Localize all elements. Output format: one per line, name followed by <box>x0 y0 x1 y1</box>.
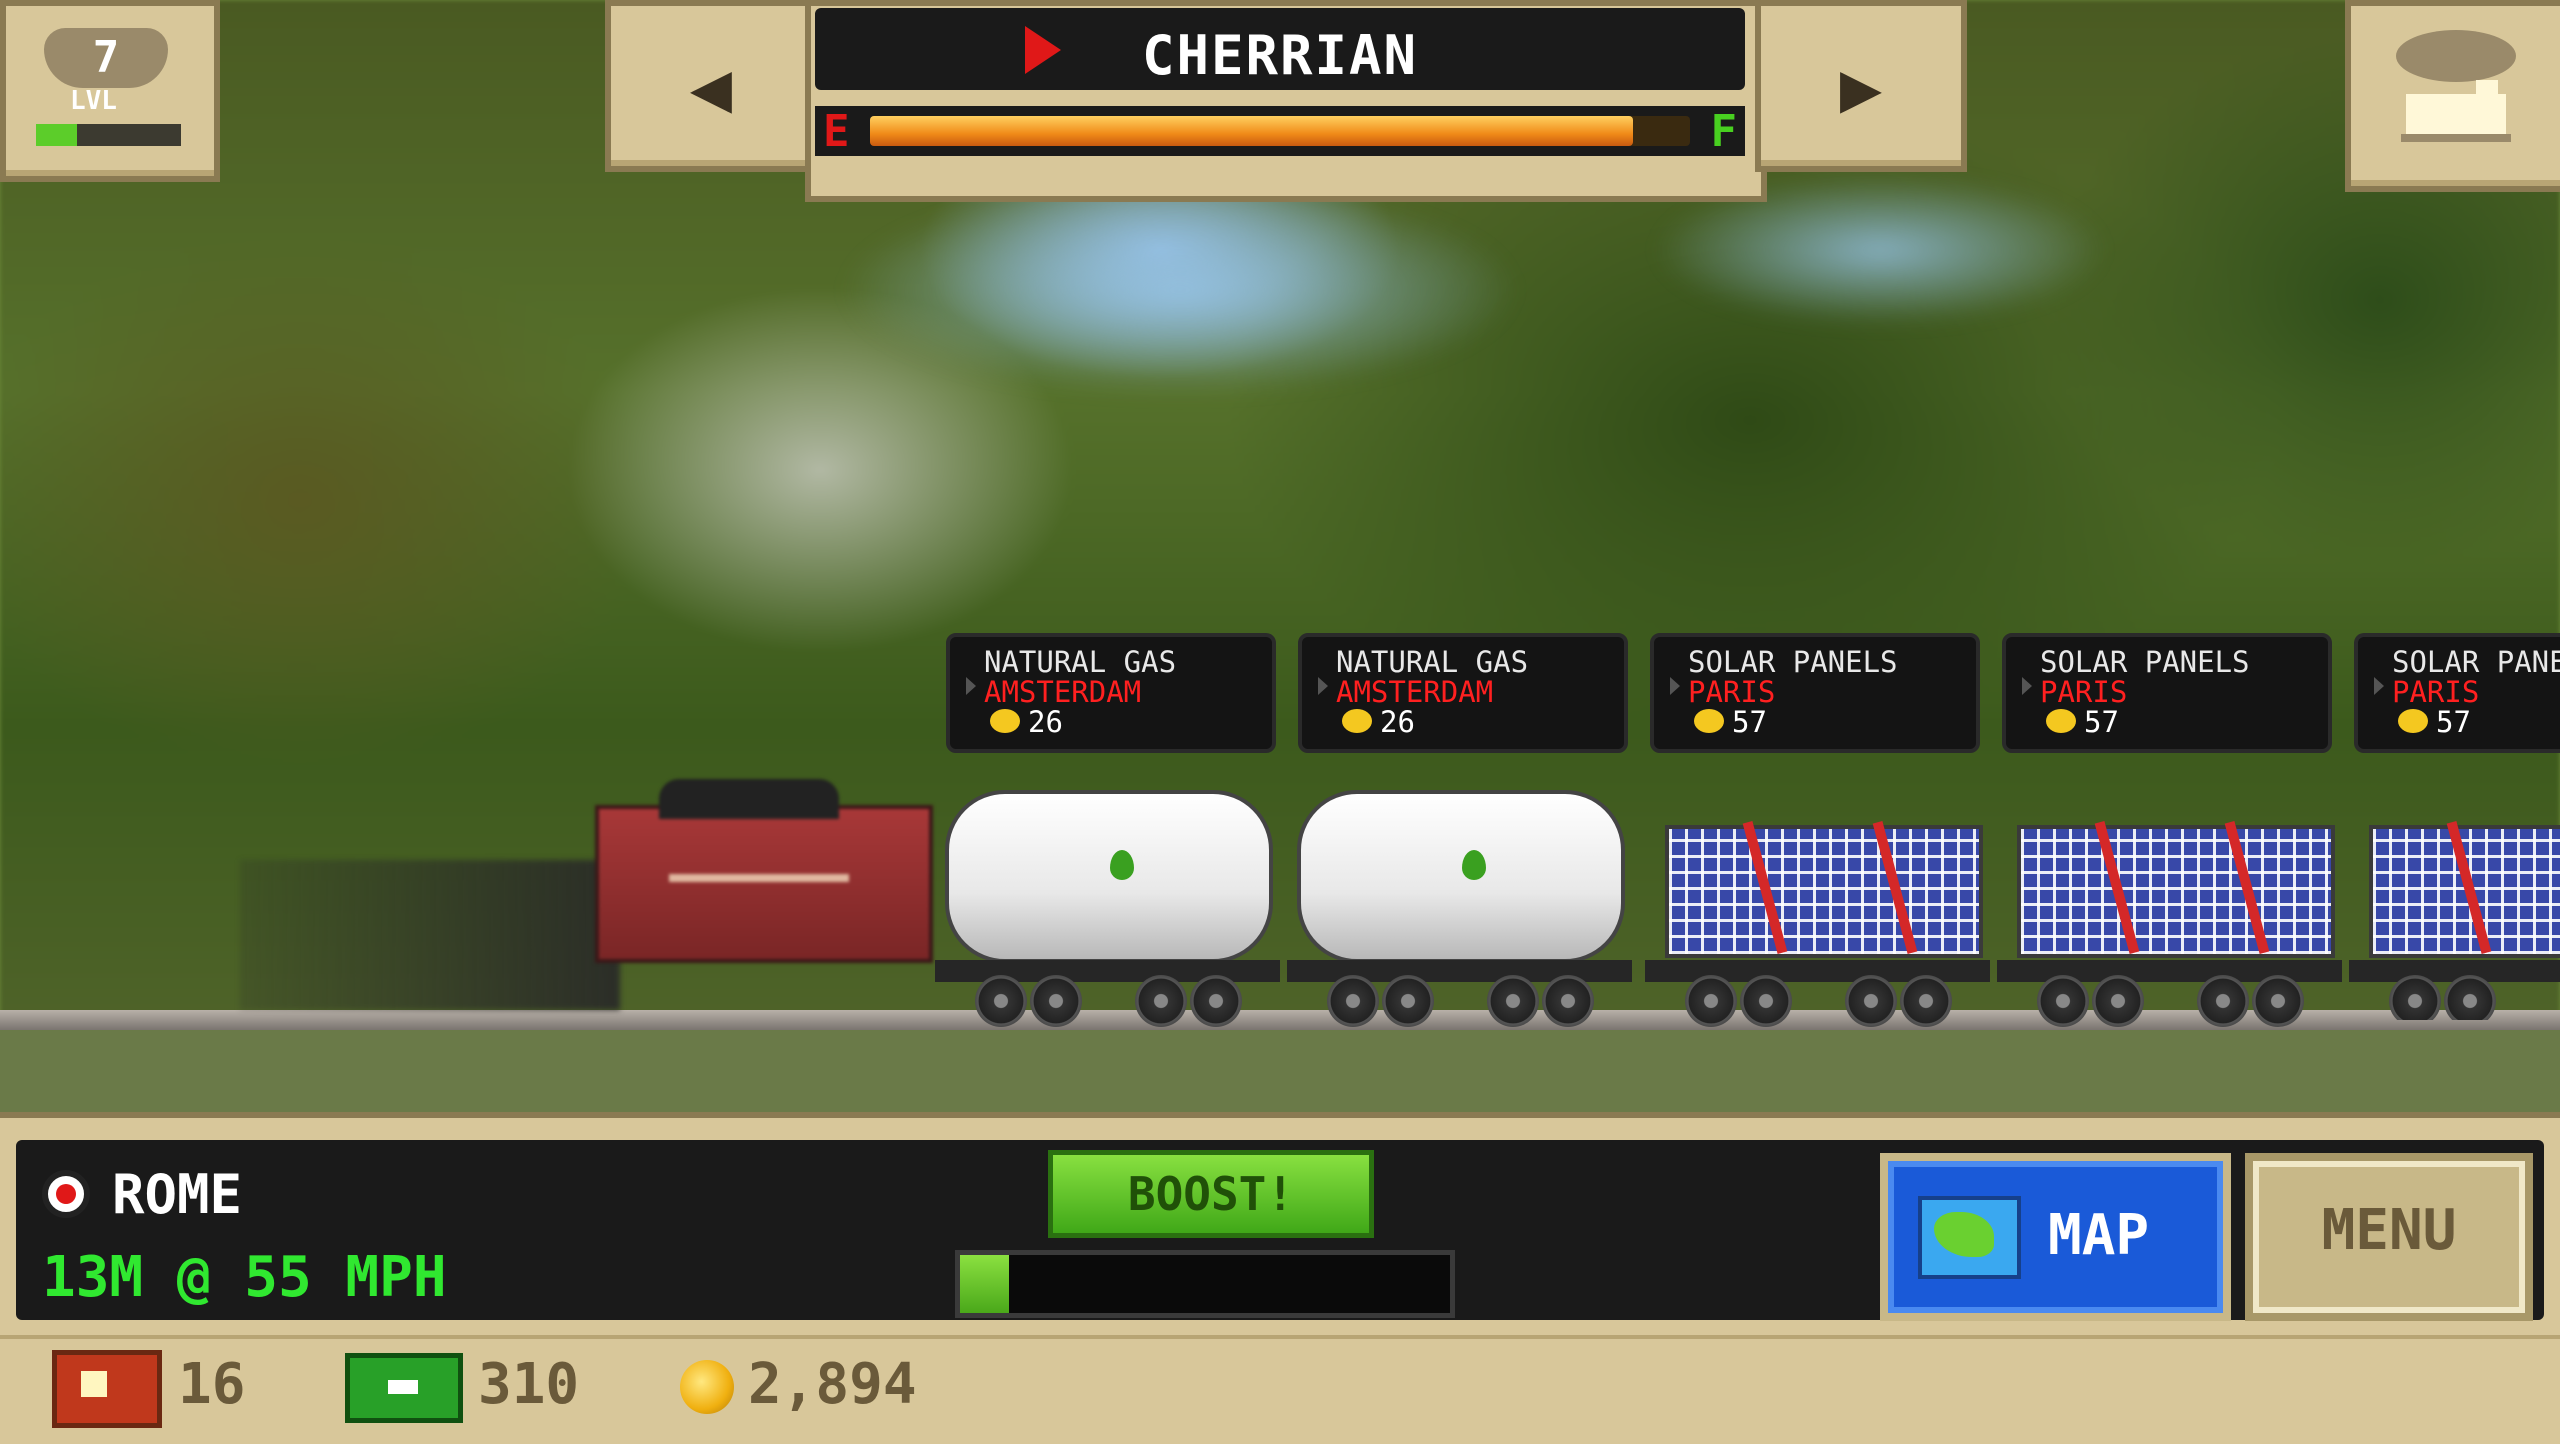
level-badge[interactable]: 7 LVL <box>0 0 220 182</box>
wheel <box>1685 975 1737 1027</box>
wheel <box>2252 975 2304 1027</box>
cargo-value: 57 <box>1732 705 1767 739</box>
fuel-empty-label: E <box>823 106 850 157</box>
fuel-fill <box>870 116 1633 146</box>
flatcar-solar[interactable] <box>2349 770 2560 1020</box>
wheel <box>1487 975 1539 1027</box>
cargo-destination: AMSTERDAM <box>984 675 1142 709</box>
gas-drop-icon <box>1462 850 1486 880</box>
coin-icon <box>990 709 1020 733</box>
destination-marker-icon <box>42 1170 90 1218</box>
cargo-name: SOLAR PANELS <box>1688 645 1898 679</box>
wheel <box>975 975 1027 1027</box>
solar-panels <box>2017 825 2335 958</box>
wheel <box>1327 975 1379 1027</box>
flatcar-solar[interactable] <box>1997 770 2342 1027</box>
sky-patches <box>680 170 2560 430</box>
locomotive <box>240 860 620 1010</box>
tanker-car[interactable] <box>1287 770 1632 1027</box>
tender-stripe <box>669 874 849 882</box>
cargo-destination: PARIS <box>2392 675 2480 709</box>
cargo-name: NATURAL GAS <box>1336 645 1529 679</box>
cargo-destination: AMSTERDAM <box>1336 675 1494 709</box>
xp-progress-bar <box>36 124 181 146</box>
cargo-pointer-icon <box>2022 677 2032 695</box>
wheel <box>2444 975 2496 1020</box>
locomotive-icon <box>2396 30 2516 142</box>
fuel-full-label: F <box>1710 106 1738 157</box>
tank <box>945 790 1273 963</box>
coal-tender <box>595 779 933 963</box>
wheel <box>2092 975 2144 1027</box>
locomotive-button[interactable] <box>2345 0 2560 192</box>
cargo-pointer-icon <box>966 677 976 695</box>
cargo-value: 26 <box>1028 705 1063 739</box>
cargo-label[interactable]: SOLAR PANELS PARIS 57 <box>2354 633 2560 753</box>
fuel-bar <box>870 116 1690 146</box>
cargo-value: 57 <box>2436 705 2471 739</box>
next-city-name: ROME <box>112 1163 243 1226</box>
previous-train-button[interactable]: ◀ <box>605 0 817 172</box>
cargo-pointer-icon <box>1670 677 1680 695</box>
tank <box>1297 790 1625 963</box>
arrow-right-icon: ▶ <box>1839 46 1883 128</box>
tanker-car[interactable] <box>935 770 1280 1027</box>
cargo-label[interactable]: SOLAR PANELS PARIS 57 <box>2002 633 2332 753</box>
wheel <box>2197 975 2249 1027</box>
gas-drop-icon <box>1110 850 1134 880</box>
wheel <box>1382 975 1434 1027</box>
ticket-icon <box>52 1350 162 1428</box>
wheel <box>2037 975 2089 1027</box>
flatcar-solar[interactable] <box>1645 770 1990 1027</box>
map-button[interactable]: MAP <box>1880 1153 2231 1321</box>
train-name-bar: CHERRIAN <box>815 8 1745 90</box>
cargo-label[interactable]: NATURAL GAS AMSTERDAM 26 <box>1298 633 1628 753</box>
wheel <box>1190 975 1242 1027</box>
cargo-name: SOLAR PANELS <box>2040 645 2250 679</box>
cargo-destination: PARIS <box>1688 675 1776 709</box>
wheel <box>2389 975 2441 1020</box>
solar-panels <box>1665 825 1983 958</box>
wheel <box>1845 975 1897 1027</box>
level-number: 7 <box>44 28 168 88</box>
xp-progress-fill <box>36 124 77 146</box>
boost-progress-fill <box>960 1255 1009 1313</box>
cash-icon <box>345 1353 463 1423</box>
map-button-label: MAP <box>2048 1203 2150 1268</box>
boost-progress-bar <box>955 1250 1455 1318</box>
cargo-value: 57 <box>2084 705 2119 739</box>
cargo-value: 26 <box>1380 705 1415 739</box>
cargo-label[interactable]: SOLAR PANELS PARIS 57 <box>1650 633 1980 753</box>
wheel <box>1740 975 1792 1027</box>
cargo-pointer-icon <box>2374 677 2384 695</box>
boost-button[interactable]: BOOST! <box>1048 1150 1374 1238</box>
cargo-name: SOLAR PANELS <box>2392 645 2560 679</box>
menu-button[interactable]: MENU <box>2245 1153 2533 1321</box>
cargo-destination: PARIS <box>2040 675 2128 709</box>
ground <box>0 1015 2560 1120</box>
coin-icon <box>2046 709 2076 733</box>
cargo-pointer-icon <box>1318 677 1328 695</box>
map-icon <box>1918 1196 2021 1279</box>
coin-icon <box>1342 709 1372 733</box>
wheel <box>1542 975 1594 1027</box>
coin-icon <box>2398 709 2428 733</box>
train-name: CHERRIAN <box>1141 24 1419 87</box>
coal-load <box>659 779 839 819</box>
wheel <box>1900 975 1952 1027</box>
arrow-left-icon: ◀ <box>689 46 733 128</box>
gold-coin-icon <box>680 1360 734 1414</box>
wheel <box>1030 975 1082 1027</box>
gold-amount: 2,894 <box>748 1352 917 1417</box>
cash-amount: 310 <box>478 1352 580 1417</box>
coin-icon <box>1694 709 1724 733</box>
ticket-count: 16 <box>178 1352 246 1417</box>
eta-speed: 13M @ 55 MPH <box>42 1245 447 1310</box>
cargo-label[interactable]: NATURAL GAS AMSTERDAM 26 <box>946 633 1276 753</box>
wheel <box>1135 975 1187 1027</box>
level-label: LVL <box>70 86 117 116</box>
cargo-name: NATURAL GAS <box>984 645 1177 679</box>
next-train-button[interactable]: ▶ <box>1755 0 1967 172</box>
fuel-gauge: E F <box>815 106 1745 157</box>
